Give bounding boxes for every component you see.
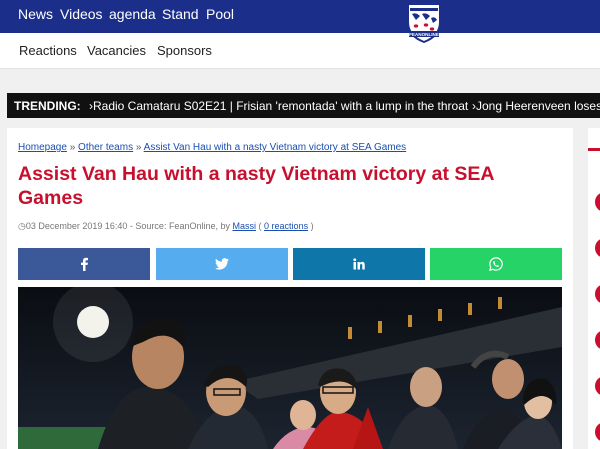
twitter-icon: [215, 258, 229, 270]
article-author-link[interactable]: Massi: [233, 221, 257, 231]
nav-item-pool[interactable]: Pool: [206, 6, 234, 22]
breadcrumb-home[interactable]: Homepage: [18, 142, 67, 153]
article-photo: [18, 287, 562, 449]
sub-nav: Reactions Vacancies Sponsors: [0, 33, 600, 69]
article-title: Assist Van Hau with a nasty Vietnam vict…: [18, 163, 494, 209]
article-card: Homepage » Other teams » Assist Van Hau …: [7, 128, 573, 449]
trending-label: TRENDING:: [14, 99, 81, 113]
breadcrumb-separator: »: [135, 142, 142, 153]
sidebar: [588, 128, 600, 449]
reactions-open-paren: (: [258, 221, 262, 231]
share-facebook-button[interactable]: [18, 248, 150, 280]
reactions-link[interactable]: 0 reactions: [264, 221, 308, 231]
nav-item-news[interactable]: News: [18, 6, 53, 22]
sidebar-accent-line: [588, 148, 600, 151]
trending-ticker: TRENDING: ›Radio Camataru S02E21 | Frisi…: [7, 93, 600, 118]
share-twitter-button[interactable]: [156, 248, 288, 280]
sidebar-item-marker[interactable]: [595, 422, 600, 442]
share-linkedin-button[interactable]: [293, 248, 425, 280]
nav-item-agenda[interactable]: agenda: [109, 6, 156, 22]
subnav-item-sponsors[interactable]: Sponsors: [157, 43, 212, 58]
breadcrumb-separator: »: [69, 142, 76, 153]
trending-item[interactable]: ›Jong Heerenveen loses with: [472, 99, 600, 113]
breadcrumb: Homepage » Other teams » Assist Van Hau …: [18, 142, 406, 153]
sidebar-item-marker[interactable]: [595, 192, 600, 212]
reactions-close-paren: ): [310, 221, 314, 231]
sidebar-item-marker[interactable]: [595, 376, 600, 396]
breadcrumb-section[interactable]: Other teams: [78, 142, 133, 153]
sidebar-item-marker[interactable]: [595, 238, 600, 258]
top-nav: News Videos agenda Stand Pool: [0, 0, 600, 33]
sidebar-item-marker[interactable]: [595, 284, 600, 304]
nav-item-videos[interactable]: Videos: [60, 6, 103, 22]
linkedin-icon: [353, 258, 365, 270]
logo-wordmark: FEANONLINE: [409, 32, 439, 37]
trending-item[interactable]: ›Radio Camataru S02E21 | Frisian 'remont…: [89, 99, 468, 113]
share-whatsapp-button[interactable]: [430, 248, 562, 280]
site-logo[interactable]: FEANONLINE: [402, 2, 446, 44]
article-date-source: ◷03 December 2019 16:40 - Source: FeanOn…: [18, 221, 230, 231]
whatsapp-icon: [489, 257, 503, 271]
breadcrumb-current[interactable]: Assist Van Hau with a nasty Vietnam vict…: [144, 142, 407, 153]
subnav-item-vacancies[interactable]: Vacancies: [87, 43, 146, 58]
nav-item-stand[interactable]: Stand: [162, 6, 199, 22]
subnav-item-reactions[interactable]: Reactions: [19, 43, 77, 58]
article-meta: ◷03 December 2019 16:40 - Source: FeanOn…: [18, 221, 314, 232]
facebook-icon: [78, 257, 90, 271]
sidebar-item-marker[interactable]: [595, 330, 600, 350]
